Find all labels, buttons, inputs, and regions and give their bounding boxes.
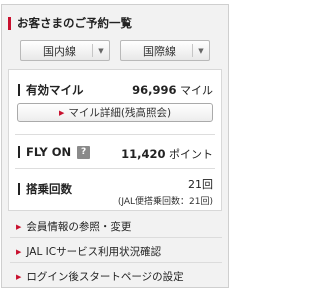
member-info-link[interactable]: ▶ 会員情報の参照・変更 bbox=[16, 219, 131, 234]
title-accent-bar bbox=[8, 16, 11, 30]
link-separator bbox=[10, 237, 222, 238]
label-bar bbox=[18, 146, 20, 158]
boarding-label-group: 搭乗回数 bbox=[18, 181, 72, 197]
ic-service-link-label: JAL ICサービス利用状況確認 bbox=[26, 246, 162, 258]
international-dropdown[interactable]: 国際線 ▼ bbox=[120, 40, 210, 61]
label-bar bbox=[18, 84, 20, 96]
ic-service-link[interactable]: ▶ JAL ICサービス利用状況確認 bbox=[16, 244, 161, 259]
flyon-value-group: 11,420 ポイント bbox=[121, 146, 213, 162]
miles-unit: マイル bbox=[180, 84, 213, 97]
flyon-label: FLY ON bbox=[26, 145, 72, 159]
miles-label-group: 有効マイル bbox=[18, 82, 84, 98]
label-bar bbox=[18, 183, 20, 195]
boarding-label: 搭乗回数 bbox=[26, 182, 72, 196]
title-row: お客さまのご予約一覧 bbox=[8, 15, 132, 31]
flyon-label-group: FLY ON ? bbox=[18, 145, 91, 159]
domestic-dropdown-label: 国内線 bbox=[43, 44, 76, 58]
boarding-count: 21 bbox=[188, 178, 202, 191]
triangle-right-icon: ▶ bbox=[16, 222, 22, 231]
chevron-down-icon: ▼ bbox=[98, 46, 104, 55]
boarding-count-group: 21回 bbox=[188, 176, 213, 192]
member-info-link-label: 会員情報の参照・変更 bbox=[26, 221, 132, 233]
miles-value: 96,996 bbox=[132, 83, 177, 97]
flyon-unit: ポイント bbox=[169, 148, 213, 161]
mile-detail-button[interactable]: ▶ マイル詳細(残高照会) bbox=[17, 103, 213, 122]
triangle-right-icon: ▶ bbox=[58, 108, 65, 117]
panel-header: お客さまのご予約一覧 国内線 ▼ 国際線 ▼ bbox=[2, 5, 228, 69]
triangle-right-icon: ▶ bbox=[16, 247, 22, 256]
divider bbox=[15, 134, 215, 135]
flyon-value: 11,420 bbox=[121, 147, 166, 161]
boarding-sub-note: (JAL便搭乗回数：21回) bbox=[117, 197, 213, 207]
panel-title: お客さまのご予約一覧 bbox=[17, 16, 132, 30]
divider bbox=[15, 168, 215, 169]
help-icon[interactable]: ? bbox=[77, 145, 91, 159]
member-summary-card: 有効マイル 96,996 マイル ▶ マイル詳細(残高照会) FLY ON ? … bbox=[8, 69, 222, 211]
boarding-count-unit: 回 bbox=[202, 178, 213, 191]
mile-detail-label: マイル詳細(残高照会) bbox=[68, 107, 172, 119]
chevron-down-icon: ▼ bbox=[198, 46, 204, 55]
link-separator bbox=[10, 262, 222, 263]
start-page-link-label: ログイン後スタートページの設定 bbox=[26, 271, 184, 283]
domestic-dropdown[interactable]: 国内線 ▼ bbox=[20, 40, 110, 61]
international-dropdown-label: 国際線 bbox=[143, 44, 176, 58]
reservation-panel: お客さまのご予約一覧 国内線 ▼ 国際線 ▼ 有効マイル 96,996 マイル … bbox=[1, 4, 229, 288]
start-page-link[interactable]: ▶ ログイン後スタートページの設定 bbox=[16, 269, 184, 284]
miles-value-group: 96,996 マイル bbox=[132, 82, 213, 98]
miles-label: 有効マイル bbox=[26, 83, 84, 97]
triangle-right-icon: ▶ bbox=[16, 272, 22, 281]
